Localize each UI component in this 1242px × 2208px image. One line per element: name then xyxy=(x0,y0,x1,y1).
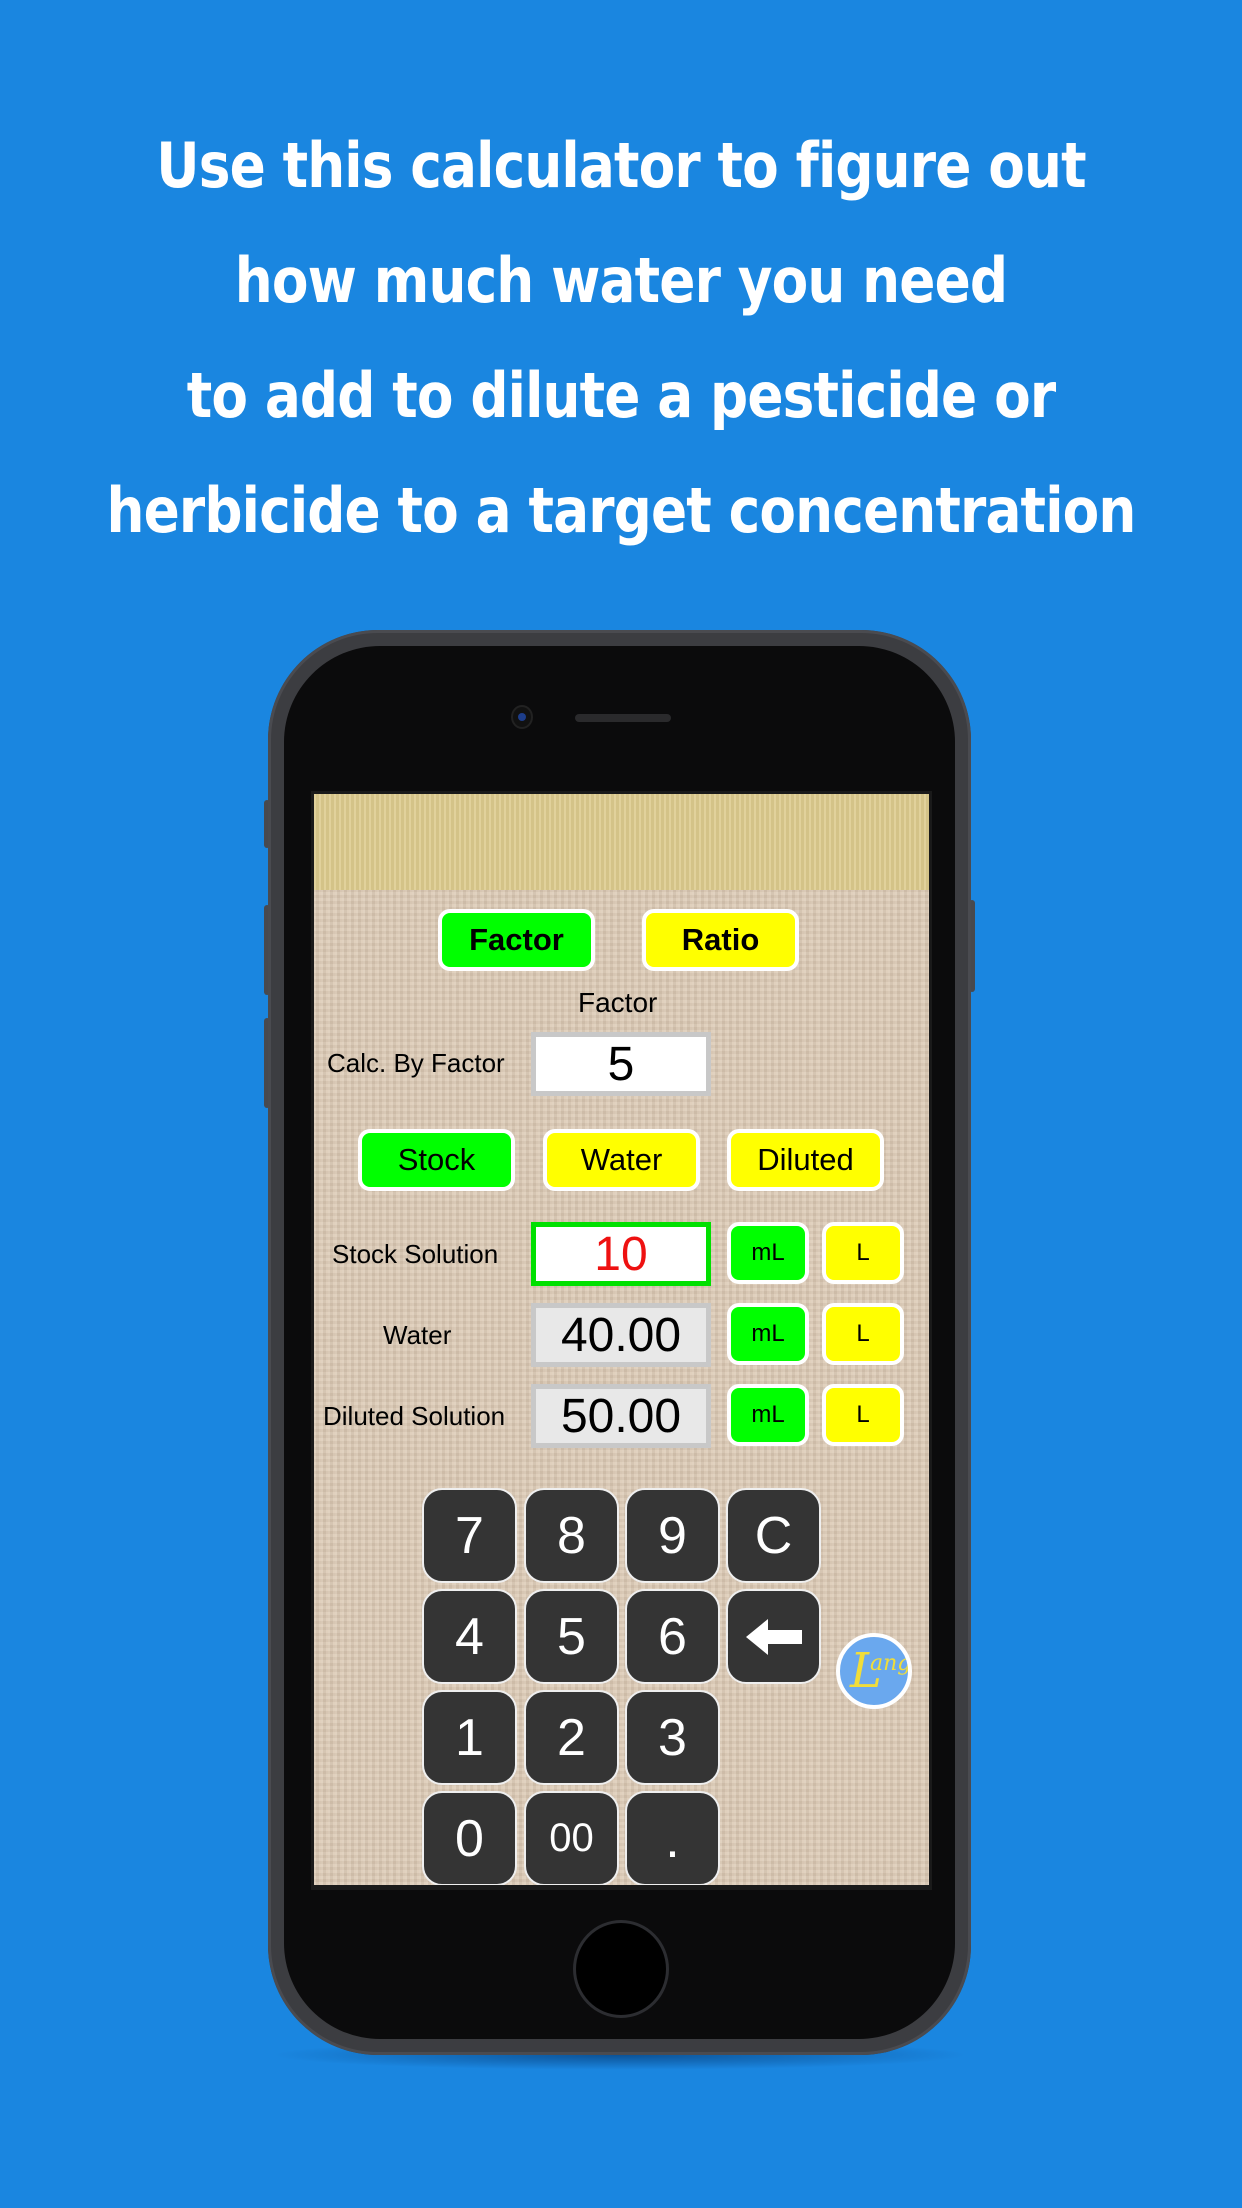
backspace-icon xyxy=(745,1618,802,1655)
diluted-solution-label: Diluted Solution xyxy=(323,1401,506,1431)
key-9-label: 9 xyxy=(658,1506,687,1565)
clear-key[interactable]: C xyxy=(726,1488,821,1583)
diluted-solution-value: 50.00 xyxy=(560,1389,682,1443)
stock-l-button[interactable]: L xyxy=(822,1222,904,1284)
headline-line-1: Use this calculator to figure out xyxy=(156,129,1086,202)
water-ml-button[interactable]: mL xyxy=(727,1303,809,1365)
headline-line-3: to add to dilute a pesticide or xyxy=(186,359,1056,432)
key-5-label: 5 xyxy=(557,1607,586,1666)
factor-mode-label: Factor xyxy=(469,922,564,957)
water-output: 40.00 xyxy=(531,1303,711,1367)
key-8-label: 8 xyxy=(557,1506,586,1565)
key-1[interactable]: 1 xyxy=(422,1690,517,1785)
diluted-ml-button[interactable]: mL xyxy=(727,1384,809,1446)
earpiece-speaker xyxy=(575,714,671,722)
diluted-l-button[interactable]: L xyxy=(822,1384,904,1446)
phone-screen: Factor Ratio Factor Calc. By Factor 5 St… xyxy=(311,791,932,1890)
clear-key-label: C xyxy=(754,1506,793,1565)
key-00-label: 00 xyxy=(549,1816,594,1860)
stock-button[interactable]: Stock xyxy=(358,1129,515,1191)
logo-text: ang xyxy=(870,1651,912,1676)
promo-headline: Use this calculator to figure out how mu… xyxy=(0,108,1242,568)
top-banner xyxy=(314,794,929,890)
backspace-key[interactable] xyxy=(726,1589,821,1684)
key-8[interactable]: 8 xyxy=(524,1488,619,1583)
stock-l-label: L xyxy=(856,1239,870,1266)
headline-line-2: how much water you need xyxy=(234,244,1008,317)
key-decimal-label: . xyxy=(665,1811,680,1869)
diluted-ml-label: mL xyxy=(751,1401,785,1428)
diluted-button-label: Diluted xyxy=(757,1142,854,1177)
key-0[interactable]: 0 xyxy=(422,1791,517,1885)
key-1-label: 1 xyxy=(455,1708,484,1767)
water-l-button[interactable]: L xyxy=(822,1303,904,1365)
key-9[interactable]: 9 xyxy=(625,1488,720,1583)
water-ml-label: mL xyxy=(751,1320,785,1347)
key-3[interactable]: 3 xyxy=(625,1690,720,1785)
factor-heading: Factor xyxy=(578,987,658,1018)
calc-by-factor-label: Calc. By Factor xyxy=(327,1048,505,1078)
app-screen: Factor Ratio Factor Calc. By Factor 5 St… xyxy=(314,794,929,1885)
stock-solution-input[interactable]: 10 xyxy=(531,1222,711,1286)
water-button-label: Water xyxy=(580,1142,663,1177)
key-6[interactable]: 6 xyxy=(625,1589,720,1684)
diluted-button[interactable]: Diluted xyxy=(727,1129,884,1191)
key-2[interactable]: 2 xyxy=(524,1690,619,1785)
front-camera-icon xyxy=(513,707,531,727)
stock-solution-label: Stock Solution xyxy=(332,1239,499,1269)
stock-ml-label: mL xyxy=(751,1239,785,1266)
water-l-label: L xyxy=(856,1320,870,1347)
water-value: 40.00 xyxy=(560,1308,682,1362)
lang-logo-icon[interactable]: L ang xyxy=(836,1633,912,1709)
water-button[interactable]: Water xyxy=(543,1129,700,1191)
factor-input[interactable]: 5 xyxy=(531,1032,711,1096)
key-00[interactable]: 00 xyxy=(524,1791,619,1885)
key-2-label: 2 xyxy=(557,1708,586,1767)
headline-line-4: herbicide to a target concentration xyxy=(106,474,1137,547)
key-7[interactable]: 7 xyxy=(422,1488,517,1583)
key-4-label: 4 xyxy=(455,1607,484,1666)
factor-value: 5 xyxy=(607,1037,635,1091)
water-label: Water xyxy=(383,1320,452,1350)
key-5[interactable]: 5 xyxy=(524,1589,619,1684)
ratio-mode-label: Ratio xyxy=(681,922,760,957)
diluted-l-label: L xyxy=(856,1401,870,1428)
key-3-label: 3 xyxy=(658,1708,687,1767)
stock-button-label: Stock xyxy=(397,1142,476,1177)
key-6-label: 6 xyxy=(658,1607,687,1666)
key-0-label: 0 xyxy=(455,1809,484,1868)
diluted-solution-output: 50.00 xyxy=(531,1384,711,1448)
key-decimal[interactable]: . xyxy=(625,1791,720,1885)
home-button xyxy=(573,1920,669,2018)
key-4[interactable]: 4 xyxy=(422,1589,517,1684)
factor-mode-button[interactable]: Factor xyxy=(438,909,595,971)
key-7-label: 7 xyxy=(455,1506,484,1565)
ratio-mode-button[interactable]: Ratio xyxy=(642,909,799,971)
stock-ml-button[interactable]: mL xyxy=(727,1222,809,1284)
stock-solution-value: 10 xyxy=(594,1227,648,1281)
